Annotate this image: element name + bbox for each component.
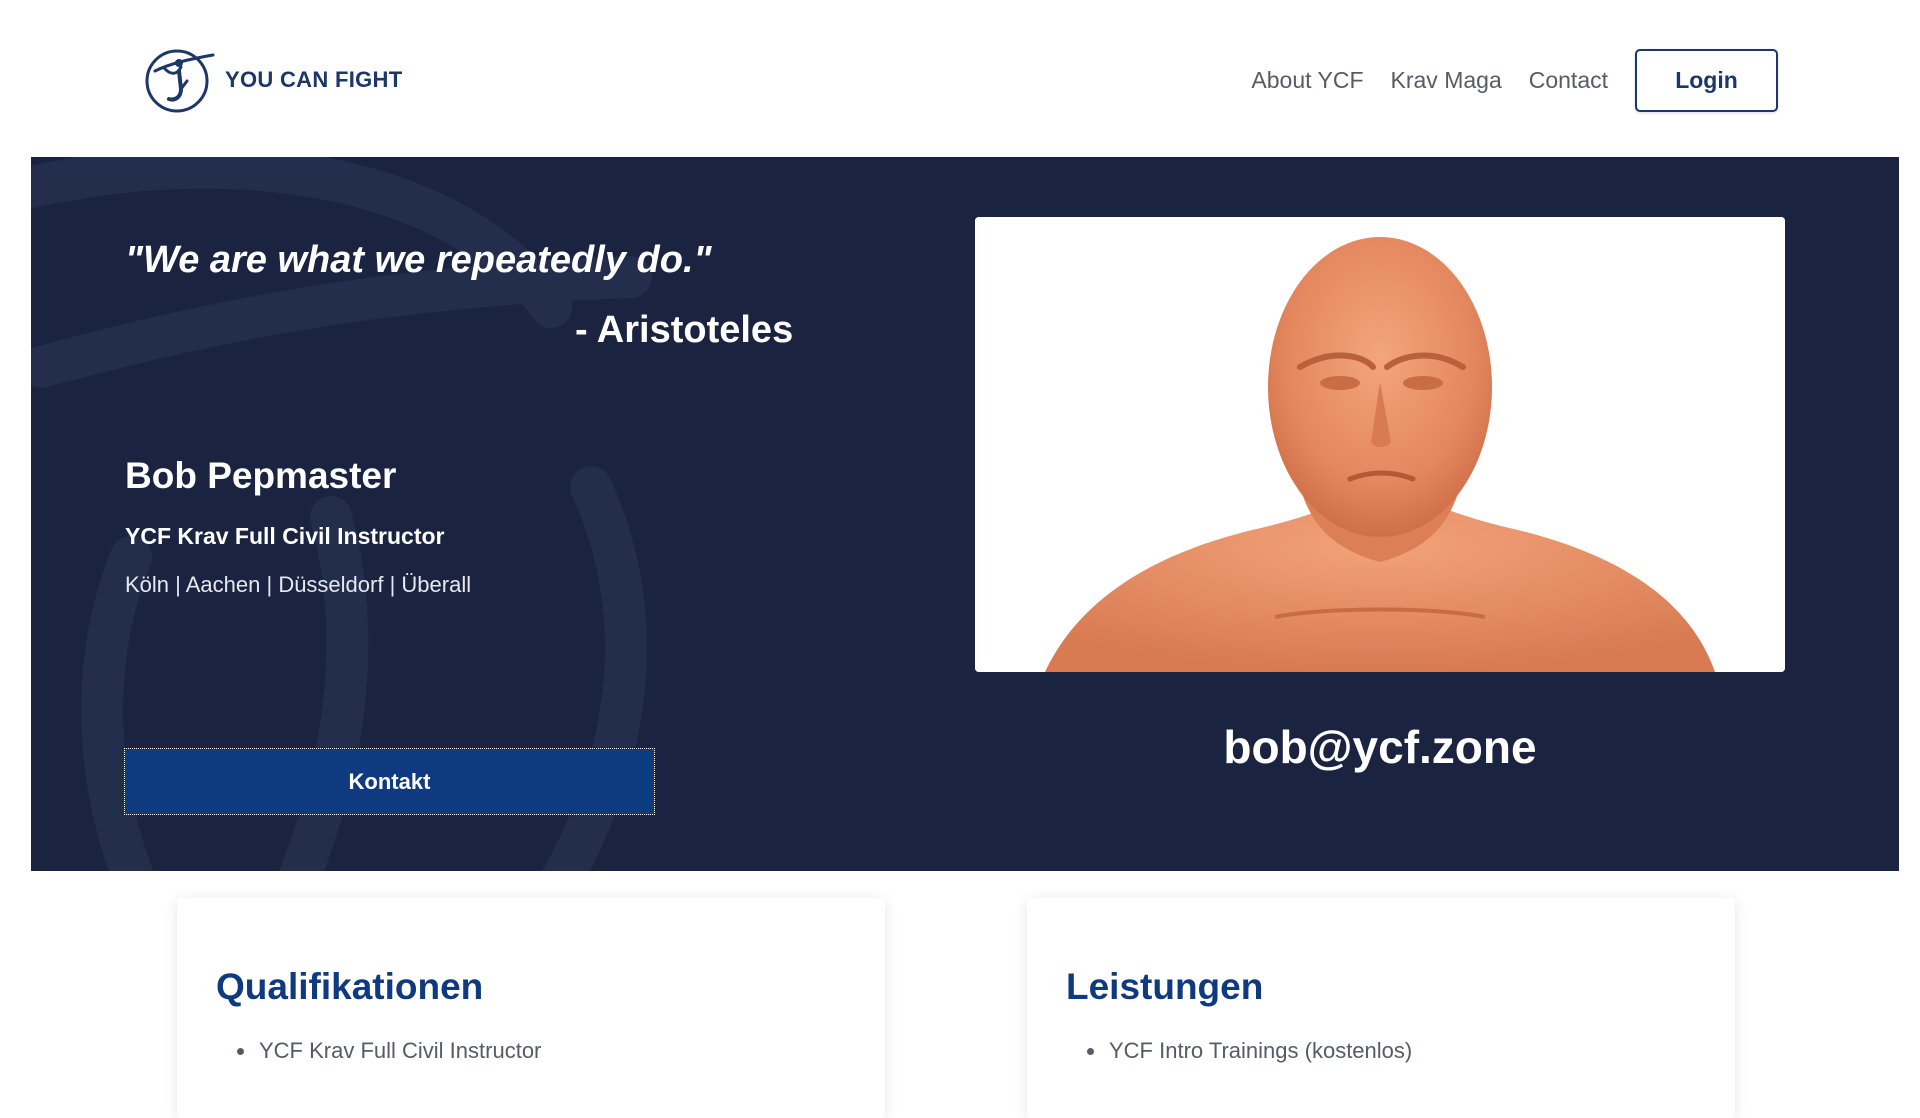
site-header: YOU CAN FIGHT About YCF Krav Maga Contac… bbox=[0, 0, 1920, 157]
instructor-name: Bob Pepmaster bbox=[125, 455, 397, 496]
hero-section: "We are what we repeatedly do." - Aristo… bbox=[31, 157, 1899, 871]
brand-name: YOU CAN FIGHT bbox=[225, 67, 403, 92]
instructor-photo bbox=[975, 217, 1785, 672]
nav-about-ycf[interactable]: About YCF bbox=[1251, 67, 1363, 94]
instructor-title: YCF Krav Full Civil Instructor bbox=[125, 523, 445, 549]
login-button[interactable]: Login bbox=[1635, 48, 1778, 112]
services-list: YCF Intro Trainings (kostenlos) bbox=[1087, 1038, 1412, 1084]
services-title: Leistungen bbox=[1066, 966, 1264, 1007]
main-nav: About YCF Krav Maga Contact Login bbox=[1251, 48, 1778, 112]
qualifications-card: Qualifikationen YCF Krav Full Civil Inst… bbox=[177, 898, 885, 1118]
qualifications-list: YCF Krav Full Civil Instructor bbox=[237, 1038, 541, 1084]
training-dummy-image bbox=[975, 217, 1785, 672]
brand-logo[interactable]: YOU CAN FIGHT bbox=[141, 45, 402, 115]
services-card: Leistungen YCF Intro Trainings (kostenlo… bbox=[1027, 898, 1735, 1118]
instructor-locations: Köln | Aachen | Düsseldorf | Überall bbox=[125, 572, 472, 597]
list-item: YCF Intro Trainings (kostenlos) bbox=[1087, 1038, 1412, 1064]
nav-contact[interactable]: Contact bbox=[1529, 67, 1608, 94]
fighter-logo-icon bbox=[145, 49, 215, 113]
hero-quote: "We are what we repeatedly do." bbox=[125, 239, 712, 281]
nav-krav-maga[interactable]: Krav Maga bbox=[1391, 67, 1502, 94]
quote-author: - Aristoteles bbox=[575, 309, 794, 351]
list-item: YCF Krav Full Civil Instructor bbox=[237, 1038, 541, 1064]
instructor-email[interactable]: bob@ycf.zone bbox=[975, 720, 1785, 774]
kontakt-button[interactable]: Kontakt bbox=[124, 748, 655, 815]
qualifications-title: Qualifikationen bbox=[216, 966, 484, 1007]
